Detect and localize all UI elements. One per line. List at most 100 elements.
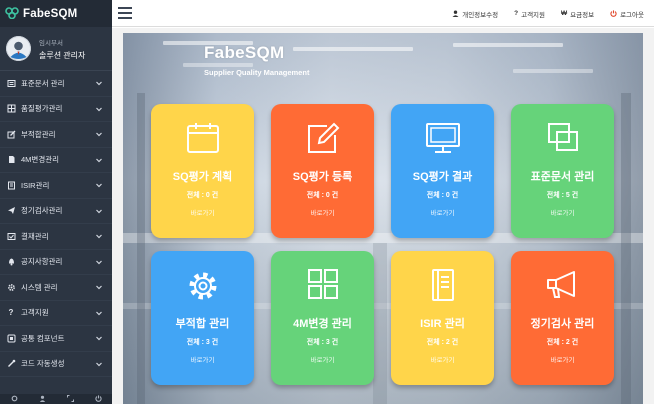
top-links: 개인정보수정 ? 고객지원 ₩ 요금정보 로그아웃: [436, 0, 644, 27]
card-count: 전체 : 5 건: [546, 192, 579, 199]
top-link-label: 요금정보: [570, 11, 595, 19]
sidebar-item-standard-docs[interactable]: 표준문서 관리: [0, 71, 112, 97]
grid-icon: [271, 268, 374, 302]
card-shortcut-link[interactable]: 바로가기: [151, 354, 254, 364]
sidebar-item-label: 품질평가관리: [21, 104, 63, 114]
card-count: 전체 : 2 건: [546, 339, 579, 346]
card-count: 전체 : 3 건: [306, 339, 339, 346]
chain-logo-icon: [5, 6, 19, 21]
brand[interactable]: FabeSQM: [0, 0, 112, 27]
top-link-pricing[interactable]: ₩ 요금정보: [561, 9, 594, 19]
top-link-label: 고객지원: [521, 11, 546, 19]
top-bar: 개인정보수정 ? 고객지원 ₩ 요금정보 로그아웃: [112, 0, 654, 27]
chevron-down-icon: [95, 360, 103, 368]
card-count: 전체 : 0 건: [426, 192, 459, 199]
card-count: 전체 : 0 건: [306, 192, 339, 199]
edit-icon: [6, 129, 16, 139]
sidebar-item-isir[interactable]: ISIR관리: [0, 173, 112, 199]
monitor-icon: [391, 121, 494, 155]
card-count: 전체 : 2 건: [426, 339, 459, 346]
won-icon: ₩: [561, 10, 568, 17]
power-icon: [610, 10, 617, 17]
user-avatar-icon: [6, 36, 31, 61]
sidebar-item-label: 고객지원: [21, 308, 49, 318]
hamburger-icon[interactable]: [118, 7, 132, 19]
sidebar-item-label: 4M변경관리: [21, 155, 60, 165]
question-icon: ?: [514, 10, 519, 17]
sidebar-item-label: 공통 컴포넌트: [21, 333, 65, 343]
card-shortcut-link[interactable]: 바로가기: [271, 354, 374, 364]
notebook-icon: [391, 268, 494, 302]
sidebar-item-notice[interactable]: 공지사항관리: [0, 250, 112, 275]
component-icon: [6, 333, 16, 343]
card-nonconformity[interactable]: 부적합 관리 전체 : 3 건 바로가기: [151, 251, 254, 385]
card-title: SQ평가 계획: [172, 171, 233, 183]
top-link-label: 로그아웃: [620, 11, 644, 19]
hero-subtitle: Supplier Quality Management: [204, 68, 310, 77]
card-sq-plan[interactable]: SQ평가 계획 전체 : 0 건 바로가기: [151, 104, 254, 238]
sidebar-item-label: 공지사항관리: [21, 257, 63, 267]
hero-title: FabeSQM: [204, 43, 285, 62]
top-link-profile-edit[interactable]: 개인정보수정: [452, 9, 498, 19]
chevron-down-icon: [95, 334, 103, 342]
approval-icon: [6, 231, 16, 241]
card-shortcut-link[interactable]: 바로가기: [151, 207, 254, 217]
sidebar-footer: [0, 394, 112, 404]
chevron-down-icon: [95, 232, 103, 240]
sidebar-item-periodic-inspection[interactable]: 정기검사관리: [0, 199, 112, 224]
megaphone-icon: [511, 268, 614, 302]
card-title: 정기검사 관리: [530, 318, 595, 330]
power-icon[interactable]: [94, 394, 102, 404]
card-sq-result[interactable]: SQ평가 결과 전체 : 0 건 바로가기: [391, 104, 494, 238]
card-title: SQ평가 결과: [412, 171, 473, 183]
document-icon: [6, 78, 16, 88]
card-shortcut-link[interactable]: 바로가기: [391, 207, 494, 217]
file-icon: [6, 155, 16, 165]
calendar-icon: [151, 121, 254, 155]
card-isir[interactable]: ISIR 관리 전체 : 2 건 바로가기: [391, 251, 494, 385]
top-link-logout[interactable]: 로그아웃: [610, 9, 644, 19]
card-shortcut-link[interactable]: 바로가기: [391, 354, 494, 364]
chevron-down-icon: [95, 181, 103, 189]
sidebar: FabeSQM 임시부서 솔루션 관리자 표준문서 관리 품질평가관리 부적합관…: [0, 0, 112, 404]
card-count: 전체 : 0 건: [186, 192, 219, 199]
sidebar-item-quality-eval[interactable]: 품질평가관리: [0, 97, 112, 122]
bell-icon: [6, 257, 16, 267]
brand-name: FabeSQM: [23, 7, 78, 20]
card-sq-register[interactable]: SQ평가 등록 전체 : 0 건 바로가기: [271, 104, 374, 238]
expand-icon[interactable]: [66, 394, 74, 404]
copy-icon: [511, 121, 614, 155]
card-shortcut-link[interactable]: 바로가기: [271, 207, 374, 217]
card-title: 부적합 관리: [175, 318, 230, 330]
chevron-down-icon: [95, 207, 103, 215]
card-shortcut-link[interactable]: 바로가기: [511, 207, 614, 217]
sidebar-item-label: 부적합관리: [21, 129, 56, 139]
person-icon: [452, 10, 459, 17]
sidebar-item-code-gen[interactable]: 코드 자동생성: [0, 352, 112, 377]
sidebar-item-4m-change[interactable]: 4M변경관리: [0, 148, 112, 173]
top-link-label: 개인정보수정: [462, 11, 499, 19]
card-title: ISIR 관리: [420, 318, 465, 330]
user-icon[interactable]: [39, 395, 46, 404]
card-title: SQ평가 등록: [292, 171, 353, 183]
sidebar-item-label: 결재관리: [21, 231, 49, 241]
sidebar-item-system[interactable]: 시스템 관리: [0, 275, 112, 301]
card-shortcut-link[interactable]: 바로가기: [511, 354, 614, 364]
gear-icon: [6, 282, 16, 292]
card-4m-change[interactable]: 4M변경 관리 전체 : 3 건 바로가기: [271, 251, 374, 385]
sidebar-item-support[interactable]: ? 고객지원: [0, 301, 112, 326]
user-department: 임시부서: [39, 39, 63, 47]
question-icon: ?: [8, 308, 14, 318]
sidebar-item-label: ISIR관리: [21, 180, 50, 190]
sidebar-item-nonconformity[interactable]: 부적합관리: [0, 122, 112, 148]
checklist-icon: [6, 180, 16, 190]
top-link-support[interactable]: ? 고객지원: [514, 9, 545, 19]
sidebar-item-approval[interactable]: 결재관리: [0, 224, 112, 250]
settings-icon[interactable]: [11, 395, 18, 404]
card-periodic-inspection[interactable]: 정기검사 관리 전체 : 2 건 바로가기: [511, 251, 614, 385]
card-standard-docs[interactable]: 표준문서 관리 전체 : 5 건 바로가기: [511, 104, 614, 238]
send-icon: [6, 206, 16, 216]
dashboard-hero: FabeSQM Supplier Quality Management SQ평가…: [123, 33, 643, 404]
sidebar-item-common-components[interactable]: 공통 컴포넌트: [0, 326, 112, 352]
chevron-down-icon: [95, 309, 103, 317]
